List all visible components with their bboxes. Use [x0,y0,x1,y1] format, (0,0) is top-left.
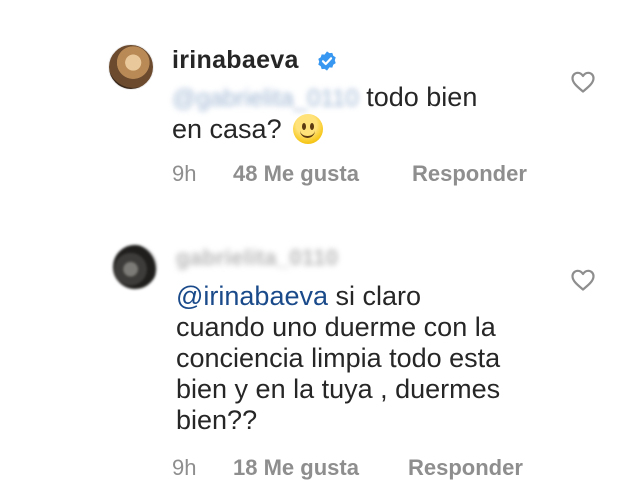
like-heart-icon[interactable] [570,268,596,292]
slightly-smiling-face-icon [293,114,324,144]
comment-time: 9h [172,455,197,480]
comment-text-line: si claro [335,281,422,311]
comment-text-line: todo bien [366,82,478,112]
avatar[interactable] [108,44,154,90]
comment-text-line: cuando uno duerme con la [176,312,496,342]
comment-time: 9h [172,161,197,186]
likes-count[interactable]: 18 Me gusta [233,455,359,481]
likes-count[interactable]: 48 Me gusta [233,161,359,187]
comment-text-line: bien y en la tuya , duermes [176,374,501,404]
comment-text: @gabrielita_0110 todo bien en casa? [172,82,552,145]
comment-text: @irinabaeva si claro cuando uno duerme c… [176,281,556,436]
reply-button[interactable]: Responder [412,161,527,187]
comment-text-line: conciencia limpia todo esta [176,343,501,373]
comment-text-line: bien?? [176,405,258,435]
comment-username[interactable]: gabrielita_0110 [176,245,338,271]
verified-badge-icon [318,51,336,71]
like-heart-icon[interactable] [570,70,596,94]
mention-link[interactable]: @gabrielita_0110 [172,85,359,112]
avatar[interactable] [112,244,158,290]
reply-button[interactable]: Responder [408,455,523,481]
comment-username[interactable]: irinabaeva [172,46,299,75]
mention-link[interactable]: @irinabaeva [176,281,328,311]
comment-text-line: en casa? [172,114,282,144]
